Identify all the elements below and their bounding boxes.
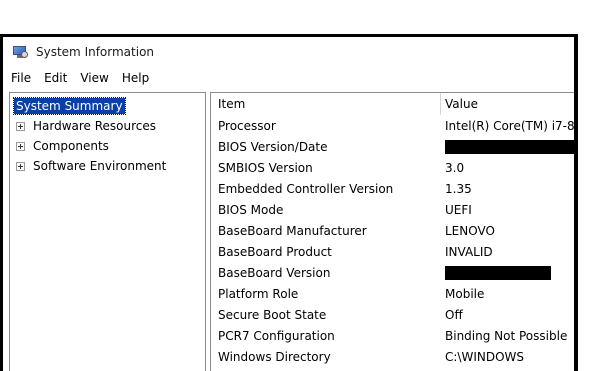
row-item: BaseBoard Product [218,244,332,259]
row-item: BIOS Version/Date [218,139,328,154]
row-value [441,139,574,154]
window-title: System Information [36,45,155,59]
row-value: 1.35 [445,181,472,196]
menu-help[interactable]: Help [122,71,149,85]
row-item: Secure Boot State [218,307,327,322]
main-content: System Summary Hardware Resources Compon… [9,92,574,371]
table-row[interactable]: BaseBoard Manufacturer LENOVO [211,220,574,241]
table-row[interactable]: BIOS Mode UEFI [211,199,574,220]
row-value: UEFI [445,202,472,217]
table-row[interactable]: Embedded Controller Version 1.35 [211,178,574,199]
row-value: Binding Not Possible [445,328,568,343]
row-item: Windows Directory [218,349,331,364]
column-header-value[interactable]: Value [441,93,478,115]
tree-item-system-summary[interactable]: System Summary [10,96,205,116]
table-row[interactable]: Secure Boot State Off [211,304,574,325]
row-value: C:\WINDOWS [445,349,525,364]
row-value: Intel(R) Core(TM) i7-85 [445,118,574,133]
tree-item-label: Components [33,139,109,153]
menu-bar: File Edit View Help [3,67,574,89]
tree-item-software-environment[interactable]: Software Environment [10,156,205,176]
row-value: Off [445,307,463,322]
system-information-window: System Information File Edit View Help S… [0,34,578,371]
table-row[interactable]: Processor Intel(R) Core(TM) i7-85 [211,115,574,136]
column-header-item[interactable]: Item [211,93,441,115]
table-row[interactable]: Windows Directory C:\WINDOWS [211,346,574,367]
tree-item-label: System Summary [13,97,126,115]
tree-item-components[interactable]: Components [10,136,205,156]
row-item: Processor [218,118,276,133]
row-item: Platform Role [218,286,299,301]
details-list: Item Value Processor Intel(R) Core(TM) i… [210,92,574,371]
tree-item-label: Hardware Resources [33,119,157,133]
table-row[interactable]: Platform Role Mobile [211,283,574,304]
table-row[interactable]: BaseBoard Version [211,262,574,283]
redaction-bar [445,139,574,154]
menu-view[interactable]: View [80,71,108,85]
row-item: PCR7 Configuration [218,328,335,343]
row-value: INVALID [445,244,493,259]
row-item: BIOS Mode [218,202,284,217]
row-item: BaseBoard Manufacturer [218,223,367,238]
table-row[interactable]: SMBIOS Version 3.0 [211,157,574,178]
title-bar[interactable]: System Information [3,37,574,67]
row-value: 3.0 [445,160,465,175]
menu-file[interactable]: File [11,71,31,85]
row-value [441,265,551,280]
row-item: SMBIOS Version [218,160,313,175]
table-row[interactable]: BIOS Version/Date [211,136,574,157]
row-value: Mobile [445,286,485,301]
expand-icon[interactable] [16,161,25,171]
menu-edit[interactable]: Edit [44,71,67,85]
row-value: LENOVO [445,223,495,238]
redaction-bar [445,265,551,280]
system-information-icon [12,44,28,60]
row-item: Embedded Controller Version [218,181,394,196]
table-row[interactable]: BaseBoard Product INVALID [211,241,574,262]
tree-item-hardware-resources[interactable]: Hardware Resources [10,116,205,136]
expand-icon[interactable] [16,121,25,131]
table-row[interactable]: PCR7 Configuration Binding Not Possible [211,325,574,346]
expand-icon[interactable] [16,141,25,151]
row-item: BaseBoard Version [218,265,331,280]
category-tree: System Summary Hardware Resources Compon… [9,92,206,371]
tree-item-label: Software Environment [33,159,167,173]
list-header: Item Value [211,93,574,115]
